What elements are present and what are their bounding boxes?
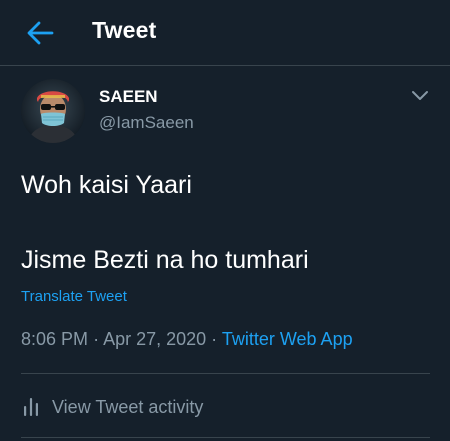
tweet-date[interactable]: Apr 27, 2020 — [103, 329, 206, 349]
author-name[interactable]: SAEEN — [99, 87, 158, 107]
top-bar: Tweet — [0, 0, 450, 66]
tweet-source-link[interactable]: Twitter Web App — [222, 329, 353, 349]
divider — [21, 437, 430, 438]
view-tweet-activity-label: View Tweet activity — [52, 396, 204, 417]
page-title: Tweet — [92, 17, 157, 43]
author-handle[interactable]: @IamSaeen — [99, 113, 194, 133]
tweet-time[interactable]: 8:06 PM — [21, 329, 88, 349]
meta-separator: · — [211, 329, 218, 349]
analytics-bars-icon — [24, 398, 38, 416]
translate-tweet-link[interactable]: Translate Tweet — [21, 288, 127, 305]
tweet-text-line: Jisme Bezti na ho tumhari — [21, 246, 309, 274]
divider — [21, 373, 430, 374]
arrow-left-icon[interactable] — [26, 20, 54, 46]
avatar-image — [21, 79, 85, 143]
tweet-text-line: Woh kaisi Yaari — [21, 171, 192, 199]
meta-separator: · — [93, 329, 100, 349]
tweet-metadata: 8:06 PM · Apr 27, 2020 · Twitter Web App — [21, 329, 353, 350]
chevron-down-icon[interactable] — [410, 88, 430, 102]
view-tweet-activity-button[interactable]: View Tweet activity — [21, 394, 203, 420]
avatar[interactable] — [21, 79, 85, 143]
